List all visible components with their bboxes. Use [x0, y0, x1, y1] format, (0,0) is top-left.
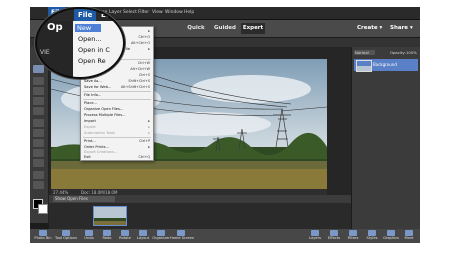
more-button[interactable]: More — [398, 229, 420, 243]
lasso-tool-icon[interactable] — [33, 87, 44, 95]
menu-select[interactable]: Select — [123, 7, 137, 19]
menu-item-save-as[interactable]: Save As... — [84, 79, 102, 84]
magnified-item-open-recent: Open Re — [78, 57, 106, 65]
opacity-value[interactable]: 100% — [406, 49, 417, 56]
straighten-tool-icon[interactable] — [33, 181, 44, 189]
submenu-arrow-icon: ▸ — [148, 47, 150, 51]
submenu-arrow-icon: ▸ — [148, 119, 150, 123]
tool-options-button[interactable]: Tool Options — [55, 229, 77, 243]
shortcut-save: Ctrl+S — [138, 73, 150, 77]
photo-bin-thumbnail[interactable] — [93, 206, 127, 226]
shortcut-open: Ctrl+O — [138, 35, 150, 39]
show-open-files-select[interactable]: Show Open Files — [53, 196, 115, 202]
marquee-tool-icon[interactable] — [33, 77, 44, 85]
menu-separator — [83, 99, 151, 100]
menu-separator — [83, 91, 151, 92]
photo-bin-button[interactable]: Photo Bin — [32, 229, 54, 243]
thumbnail-image — [94, 207, 126, 225]
photo-bin-header: Show Open Files — [49, 195, 351, 203]
shortcut-close: Ctrl+W — [137, 61, 150, 65]
move-tool-icon[interactable] — [33, 65, 44, 73]
home-screen-label: Home Screen — [170, 236, 195, 240]
brush-tool-icon[interactable] — [33, 119, 44, 127]
menu-item-save-for-web[interactable]: Save for Web... — [84, 85, 111, 90]
menu-item-place[interactable]: Place... — [84, 101, 97, 106]
layer-thumbnail — [356, 60, 372, 72]
submenu-arrow-icon: ▸ — [148, 125, 150, 129]
menu-item-automation-tools: Automation Tools — [84, 131, 115, 135]
zoom-magnifier-callout: File Edit Op VIE New Open... Open in C O… — [35, 7, 125, 79]
menu-item-import[interactable]: Import — [84, 119, 96, 124]
shortcut-close-all: Alt+Ctrl+W — [130, 67, 150, 71]
photoshop-elements-window: File Edit Enhance Layer Select Filter Vi… — [30, 7, 420, 243]
gradient-tool-icon[interactable] — [33, 149, 44, 157]
magnified-item-open: Open... — [78, 35, 102, 43]
bottom-taskbar: Photo Bin Tool Options Undo Redo Rotate … — [30, 229, 420, 243]
magnified-file-menu: File — [74, 9, 97, 21]
layer-background[interactable]: Background — [354, 59, 418, 72]
shortcut-exit: Ctrl+Q — [138, 155, 150, 159]
menu-item-export: Export — [84, 125, 96, 129]
menu-item-exit[interactable]: Exit — [84, 155, 91, 160]
magnified-edit-menu: Edit — [101, 11, 117, 19]
type-tool-icon[interactable] — [33, 159, 44, 167]
menu-window[interactable]: Window — [165, 7, 183, 19]
menu-filter[interactable]: Filter — [138, 7, 149, 19]
shortcut-open-camera-raw: Alt+Ctrl+O — [131, 41, 150, 45]
menu-item-file-info[interactable]: File Info... — [84, 93, 101, 98]
tab-guided[interactable]: Guided — [212, 23, 238, 34]
crop-tool-icon[interactable] — [33, 171, 44, 179]
background-color-swatch[interactable] — [38, 204, 48, 214]
magnified-side-text: VIE — [40, 49, 50, 56]
magnified-file-menu-list: New Open... Open in C Open Re — [73, 21, 123, 77]
layer-thumbnail-image — [357, 66, 371, 71]
layers-panel: Normal Opacity: 100% Background — [352, 47, 420, 229]
submenu-arrow-icon: ▸ — [148, 145, 150, 149]
home-screen-button[interactable]: Home Screen — [170, 229, 195, 243]
photo-bin-label: Photo Bin — [34, 236, 52, 240]
share-button[interactable]: Share ▾ — [390, 23, 413, 34]
menu-item-process-multiple-files[interactable]: Process Multiple Files... — [84, 113, 126, 118]
magnified-item-new: New — [75, 24, 102, 32]
photo-bin — [49, 203, 351, 229]
quick-selection-tool-icon[interactable] — [33, 97, 44, 105]
create-button[interactable]: Create ▾ — [357, 23, 382, 34]
menu-help[interactable]: Help — [184, 7, 194, 19]
menu-separator — [83, 137, 151, 138]
submenu-arrow-icon: ▸ — [148, 29, 150, 33]
menu-view[interactable]: View — [152, 7, 163, 19]
opacity-label: Opacity: — [390, 50, 406, 55]
shortcut-save-as: Shift+Ctrl+S — [128, 79, 150, 83]
tab-quick[interactable]: Quick — [185, 23, 207, 34]
magnified-title-fragment: Op — [47, 22, 63, 33]
tool-options-label: Tool Options — [55, 236, 77, 240]
shortcut-print: Ctrl+P — [139, 139, 150, 143]
magnified-menu-bar: File Edit — [37, 9, 123, 21]
menu-item-print[interactable]: Print... — [84, 139, 96, 144]
eraser-tool-icon[interactable] — [33, 129, 44, 137]
organizer-button[interactable]: Organizer — [150, 229, 172, 243]
fill-tool-icon[interactable] — [33, 139, 44, 147]
layer-name: Background — [373, 62, 397, 67]
toolbox — [30, 47, 49, 223]
blend-mode-select[interactable]: Normal — [354, 50, 375, 55]
shortcut-save-for-web: Alt+Shift+Ctrl+S — [120, 85, 150, 89]
organizer-label: Organizer — [152, 236, 170, 240]
magnified-item-open-camera: Open in C — [78, 46, 110, 54]
layers-panel-options: Normal Opacity: 100% — [354, 49, 418, 56]
eye-tool-icon[interactable] — [33, 107, 44, 115]
submenu-arrow-icon: ▸ — [148, 131, 150, 135]
more-label: More — [404, 236, 414, 240]
tab-expert[interactable]: Expert — [241, 23, 265, 34]
menu-item-organize-open-files[interactable]: Organize Open Files... — [84, 107, 123, 112]
